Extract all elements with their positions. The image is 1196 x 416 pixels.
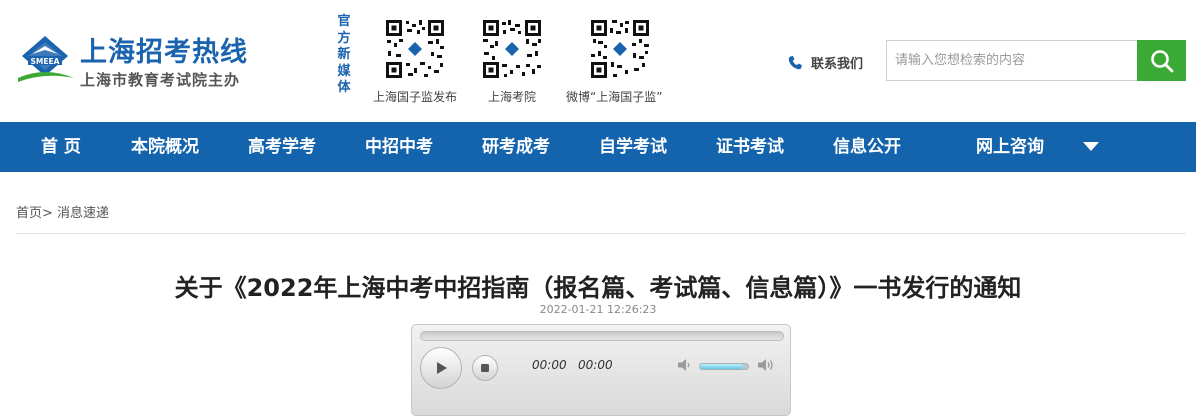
article-title: 关于《2022年上海中考中招指南（报名篇、考试篇、信息篇）》一书发行的通知 xyxy=(174,274,1022,302)
breadcrumb-separator: > xyxy=(42,206,53,221)
mute-icon[interactable] xyxy=(676,356,694,378)
search-input[interactable] xyxy=(886,40,1138,81)
audio-progress-bar[interactable] xyxy=(420,331,784,341)
smeea-logo[interactable]: SMEEA xyxy=(16,34,76,86)
contact-us-link[interactable]: 联系我们 xyxy=(787,53,863,72)
nav-online-consult[interactable]: 网上咨询 xyxy=(976,122,1044,172)
nav-gaokao[interactable]: 高考学考 xyxy=(248,122,316,172)
play-button[interactable] xyxy=(420,347,462,389)
volume-level xyxy=(700,364,744,369)
logo-text: SMEEA xyxy=(31,57,60,66)
qrcode-gzj-release xyxy=(384,18,446,80)
qrcode-caption: 上海考院 xyxy=(488,90,537,104)
site-subtitle: 上海市教育考试院主办 xyxy=(80,71,241,89)
stop-icon xyxy=(481,364,489,372)
qrcode-kaoyuan xyxy=(481,18,543,80)
volume-max-icon[interactable] xyxy=(756,356,776,378)
current-time: 00:00 xyxy=(532,358,567,372)
divider xyxy=(16,233,1186,234)
site-header: SMEEA 上海招考热线 上海市教育考试院主办 官方新媒体 上海国子监发布 上海… xyxy=(0,0,1196,122)
nav-home[interactable]: 首 页 xyxy=(41,122,81,172)
article-date: 2022-01-21 12:26:23 xyxy=(539,303,657,316)
main-nav: 首 页 本院概况 高考学考 中招中考 研考成考 自学考试 证书考试 信息公开 网… xyxy=(0,122,1196,172)
nav-about[interactable]: 本院概况 xyxy=(131,122,199,172)
play-icon xyxy=(437,362,447,374)
search-icon xyxy=(1150,49,1173,72)
qr-code-icon xyxy=(481,18,543,80)
nav-zhongkao[interactable]: 中招中考 xyxy=(365,122,433,172)
duration: 00:00 xyxy=(578,358,613,372)
breadcrumb: 首页> 消息速递 xyxy=(16,202,109,221)
breadcrumb-current-link[interactable]: 消息速递 xyxy=(53,206,109,221)
stop-button[interactable] xyxy=(472,355,498,381)
caret-down-icon[interactable] xyxy=(1083,142,1099,151)
qrcode-caption: 微博“上海国子监” xyxy=(566,90,663,104)
nav-self-study[interactable]: 自学考试 xyxy=(599,122,667,172)
qr-code-icon xyxy=(589,18,651,80)
volume-slider[interactable] xyxy=(699,363,749,370)
audio-player: 00:00 00:00 xyxy=(411,324,791,416)
qrcode-weibo xyxy=(589,18,651,80)
phone-icon xyxy=(788,55,802,69)
qrcode-caption: 上海国子监发布 xyxy=(373,90,458,104)
nav-certificate[interactable]: 证书考试 xyxy=(716,122,784,172)
qr-code-icon xyxy=(384,18,446,80)
nav-yankao[interactable]: 研考成考 xyxy=(482,122,550,172)
official-media-label: 官方新媒体 xyxy=(337,14,351,95)
nav-info-public[interactable]: 信息公开 xyxy=(833,122,901,172)
breadcrumb-home-link[interactable]: 首页 xyxy=(16,206,42,221)
contact-us-label: 联系我们 xyxy=(811,57,864,72)
site-name[interactable]: 上海招考热线 xyxy=(80,30,248,69)
search-button[interactable] xyxy=(1137,40,1186,81)
